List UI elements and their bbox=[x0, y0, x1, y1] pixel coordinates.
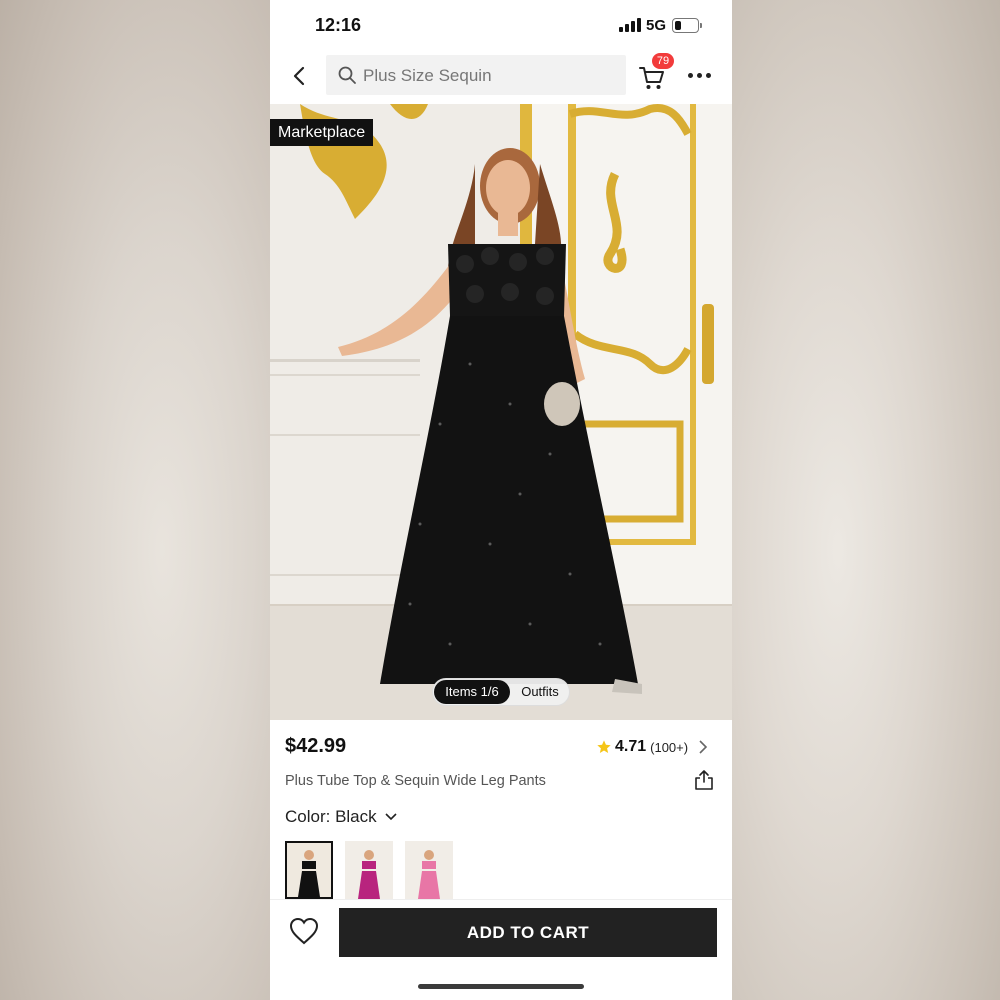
swatch-thumbnail bbox=[287, 843, 331, 897]
swatch-thumbnail bbox=[405, 841, 453, 899]
rating-link[interactable]: 4.71 (100+) bbox=[596, 737, 708, 757]
product-title: Plus Tube Top & Sequin Wide Leg Pants bbox=[285, 773, 546, 789]
chevron-down-icon bbox=[385, 813, 397, 821]
nav-bar: Plus Size Sequin 79 bbox=[270, 52, 732, 102]
product-price: $42.99 bbox=[285, 735, 347, 757]
color-selector[interactable]: Color: Black bbox=[285, 807, 397, 827]
status-time: 12:16 bbox=[315, 15, 362, 35]
rating-value: 4.71 bbox=[615, 738, 647, 755]
chevron-right-icon bbox=[699, 740, 708, 754]
color-swatch-pink[interactable] bbox=[405, 841, 453, 899]
add-to-cart-button[interactable]: ADD TO CART bbox=[339, 908, 717, 957]
search-placeholder: Plus Size Sequin bbox=[363, 66, 492, 85]
share-icon[interactable] bbox=[694, 769, 714, 791]
network-label: 5G bbox=[646, 17, 667, 34]
battery-icon bbox=[672, 18, 702, 33]
battery-fill bbox=[675, 21, 681, 30]
search-icon bbox=[338, 66, 356, 84]
product-image[interactable]: Marketplace Items 1/6 Outfits bbox=[270, 104, 732, 720]
background-blur-right bbox=[730, 0, 1000, 1000]
cart-button[interactable]: 79 bbox=[638, 53, 674, 94]
signal-icon bbox=[619, 18, 641, 32]
product-photo-illustration bbox=[270, 104, 732, 720]
cart-count-badge: 79 bbox=[652, 53, 674, 69]
color-label: Color: Black bbox=[285, 807, 377, 826]
gallery-toggle: Items 1/6 Outfits bbox=[432, 678, 570, 706]
search-input[interactable]: Plus Size Sequin bbox=[326, 55, 626, 95]
gallery-outfits-tab[interactable]: Outfits bbox=[515, 680, 565, 704]
home-indicator bbox=[418, 984, 584, 989]
background-blur-left bbox=[0, 0, 270, 1000]
back-arrow-icon[interactable] bbox=[288, 64, 312, 88]
heart-icon[interactable] bbox=[288, 916, 320, 946]
marketplace-tag: Marketplace bbox=[270, 119, 374, 146]
bottom-action-bar: ADD TO CART bbox=[270, 899, 732, 1000]
more-options-icon[interactable] bbox=[688, 68, 712, 84]
phone-screen: 12:16 5G Plus Size Sequin 79 Marketplace… bbox=[270, 0, 732, 1000]
color-swatch-black[interactable] bbox=[285, 841, 333, 899]
rating-count: (100+) bbox=[650, 739, 689, 755]
star-icon bbox=[597, 740, 611, 753]
swatch-thumbnail bbox=[345, 841, 393, 899]
color-swatch-magenta[interactable] bbox=[345, 841, 393, 899]
gallery-items-tab[interactable]: Items 1/6 bbox=[434, 680, 510, 704]
status-bar: 12:16 5G bbox=[270, 0, 732, 52]
